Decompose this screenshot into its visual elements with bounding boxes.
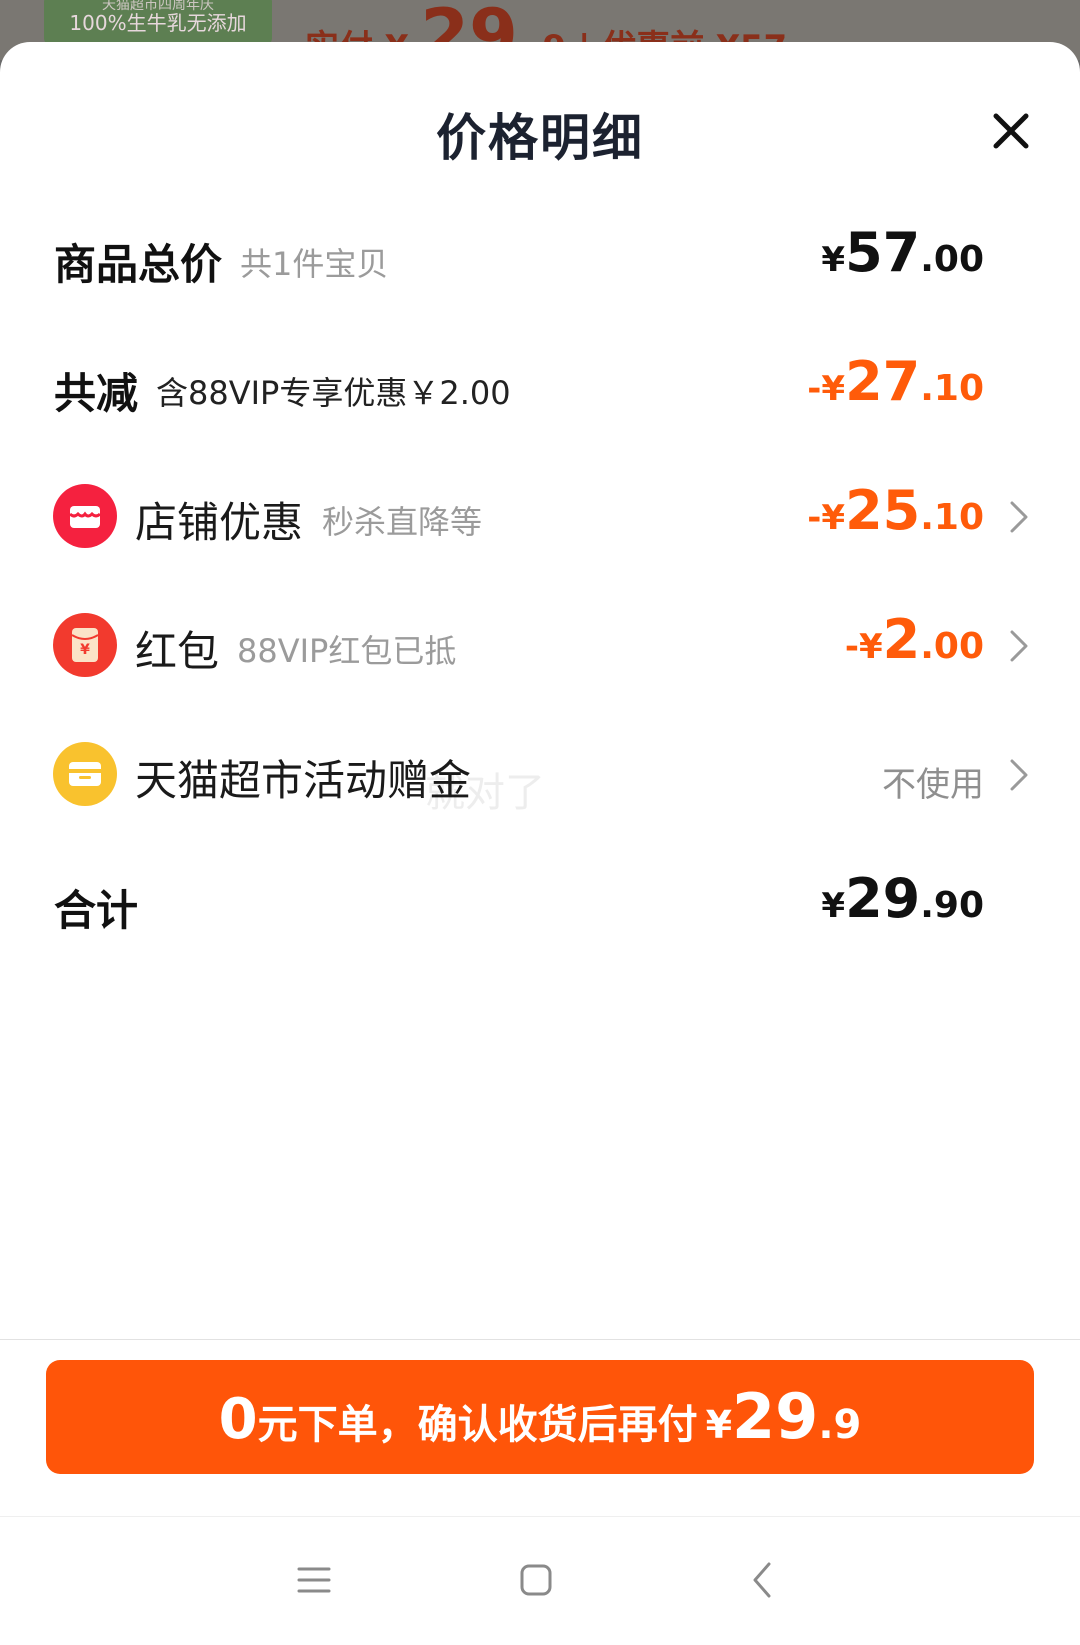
home-button[interactable] [511,1555,561,1605]
system-navigation-bar [0,1517,1080,1645]
total-discount-currency: -¥ [807,369,846,409]
row-goods-total: 商品总价 共1件宝贝 ¥57.00 [0,213,1080,303]
cta-currency: ¥ [705,1403,733,1447]
sheet-title: 价格明细 [436,109,644,167]
divider [0,1339,1080,1340]
cta-zero: 0 [218,1387,258,1452]
total-discount-label: 共减 [54,369,139,418]
row-shop-discount[interactable]: 店铺优惠 秒杀直降等 -¥25.10 [0,471,1080,561]
svg-text:¥: ¥ [80,642,90,658]
promo-badge-line2: 100%生牛乳无添加 [69,11,247,35]
menu-button[interactable] [289,1555,339,1605]
back-icon [753,1562,771,1598]
row-red-packet[interactable]: ¥ 红包 88VIP红包已抵 -¥2.00 [0,600,1080,690]
total-discount-int: 27 [845,350,921,413]
cta-dec: .9 [818,1402,862,1448]
grand-total-int: 29 [845,867,921,930]
close-icon [993,113,1029,149]
red-packet-int: 2 [882,608,921,671]
shop-discount-dec: .10 [920,497,984,538]
shop-discount-note: 秒杀直降等 [322,503,483,541]
row-grand-total: 合计 ¥29.90 [0,859,1080,949]
grand-total-label: 合计 [54,886,139,935]
promo-badge: 天猫超市四周年庆 100%生牛乳无添加 [44,0,272,46]
red-packet-icon: ¥ [53,613,117,677]
grand-total-currency: ¥ [821,886,846,926]
activity-bonus-value: 不使用 [882,765,984,805]
total-discount-amount: -¥27.10 [807,350,984,413]
shop-icon [53,484,117,548]
red-packet-amount: -¥2.00 [845,608,984,671]
chevron-right-icon [1008,757,1030,793]
menu-icon [297,1567,331,1593]
close-button[interactable] [986,106,1036,156]
shop-discount-currency: -¥ [807,498,846,538]
shop-discount-int: 25 [845,479,921,542]
red-packet-label: 红包 [135,627,220,676]
goods-total-label: 商品总价 [54,240,223,289]
row-total-discount: 共减 含88VIP专享优惠￥2.00 -¥27.10 [0,342,1080,432]
cta-text: 元下单，确认收货后再付 [257,1402,698,1448]
row-activity-bonus[interactable]: 天猫超市活动赠金 不使用 [0,729,1080,819]
promo-badge-line1: 天猫超市四周年庆 [102,0,214,13]
shop-discount-label: 店铺优惠 [135,498,304,547]
shop-discount-amount: -¥25.10 [807,479,984,542]
place-order-button[interactable]: 0元下单，确认收货后再付 ¥29.9 [46,1360,1034,1474]
red-packet-note: 88VIP红包已抵 [237,632,457,670]
goods-total-count: 共1件宝贝 [240,245,389,283]
chevron-right-icon [1008,499,1030,535]
total-discount-note: 含88VIP专享优惠￥2.00 [156,374,511,412]
goods-total-dec: .00 [920,239,984,280]
red-packet-currency: -¥ [844,627,883,667]
goods-total-amount: ¥57.00 [821,221,984,284]
price-detail-sheet: 价格明细 商品总价 共1件宝贝 ¥57.00 共减 含88VIP专享优惠￥2.0… [0,42,1080,1645]
activity-bonus-label: 天猫超市活动赠金 [135,756,472,805]
grand-total-amount: ¥29.90 [821,867,984,930]
total-discount-dec: .10 [920,368,984,409]
goods-total-currency: ¥ [821,240,846,280]
red-packet-dec: .00 [920,626,984,667]
gift-card-icon [53,742,117,806]
goods-total-int: 57 [845,221,921,284]
home-icon [520,1564,552,1596]
grand-total-dec: .90 [920,885,984,926]
chevron-right-icon [1008,628,1030,664]
cta-int: 29 [732,1380,819,1453]
back-button[interactable] [738,1555,788,1605]
